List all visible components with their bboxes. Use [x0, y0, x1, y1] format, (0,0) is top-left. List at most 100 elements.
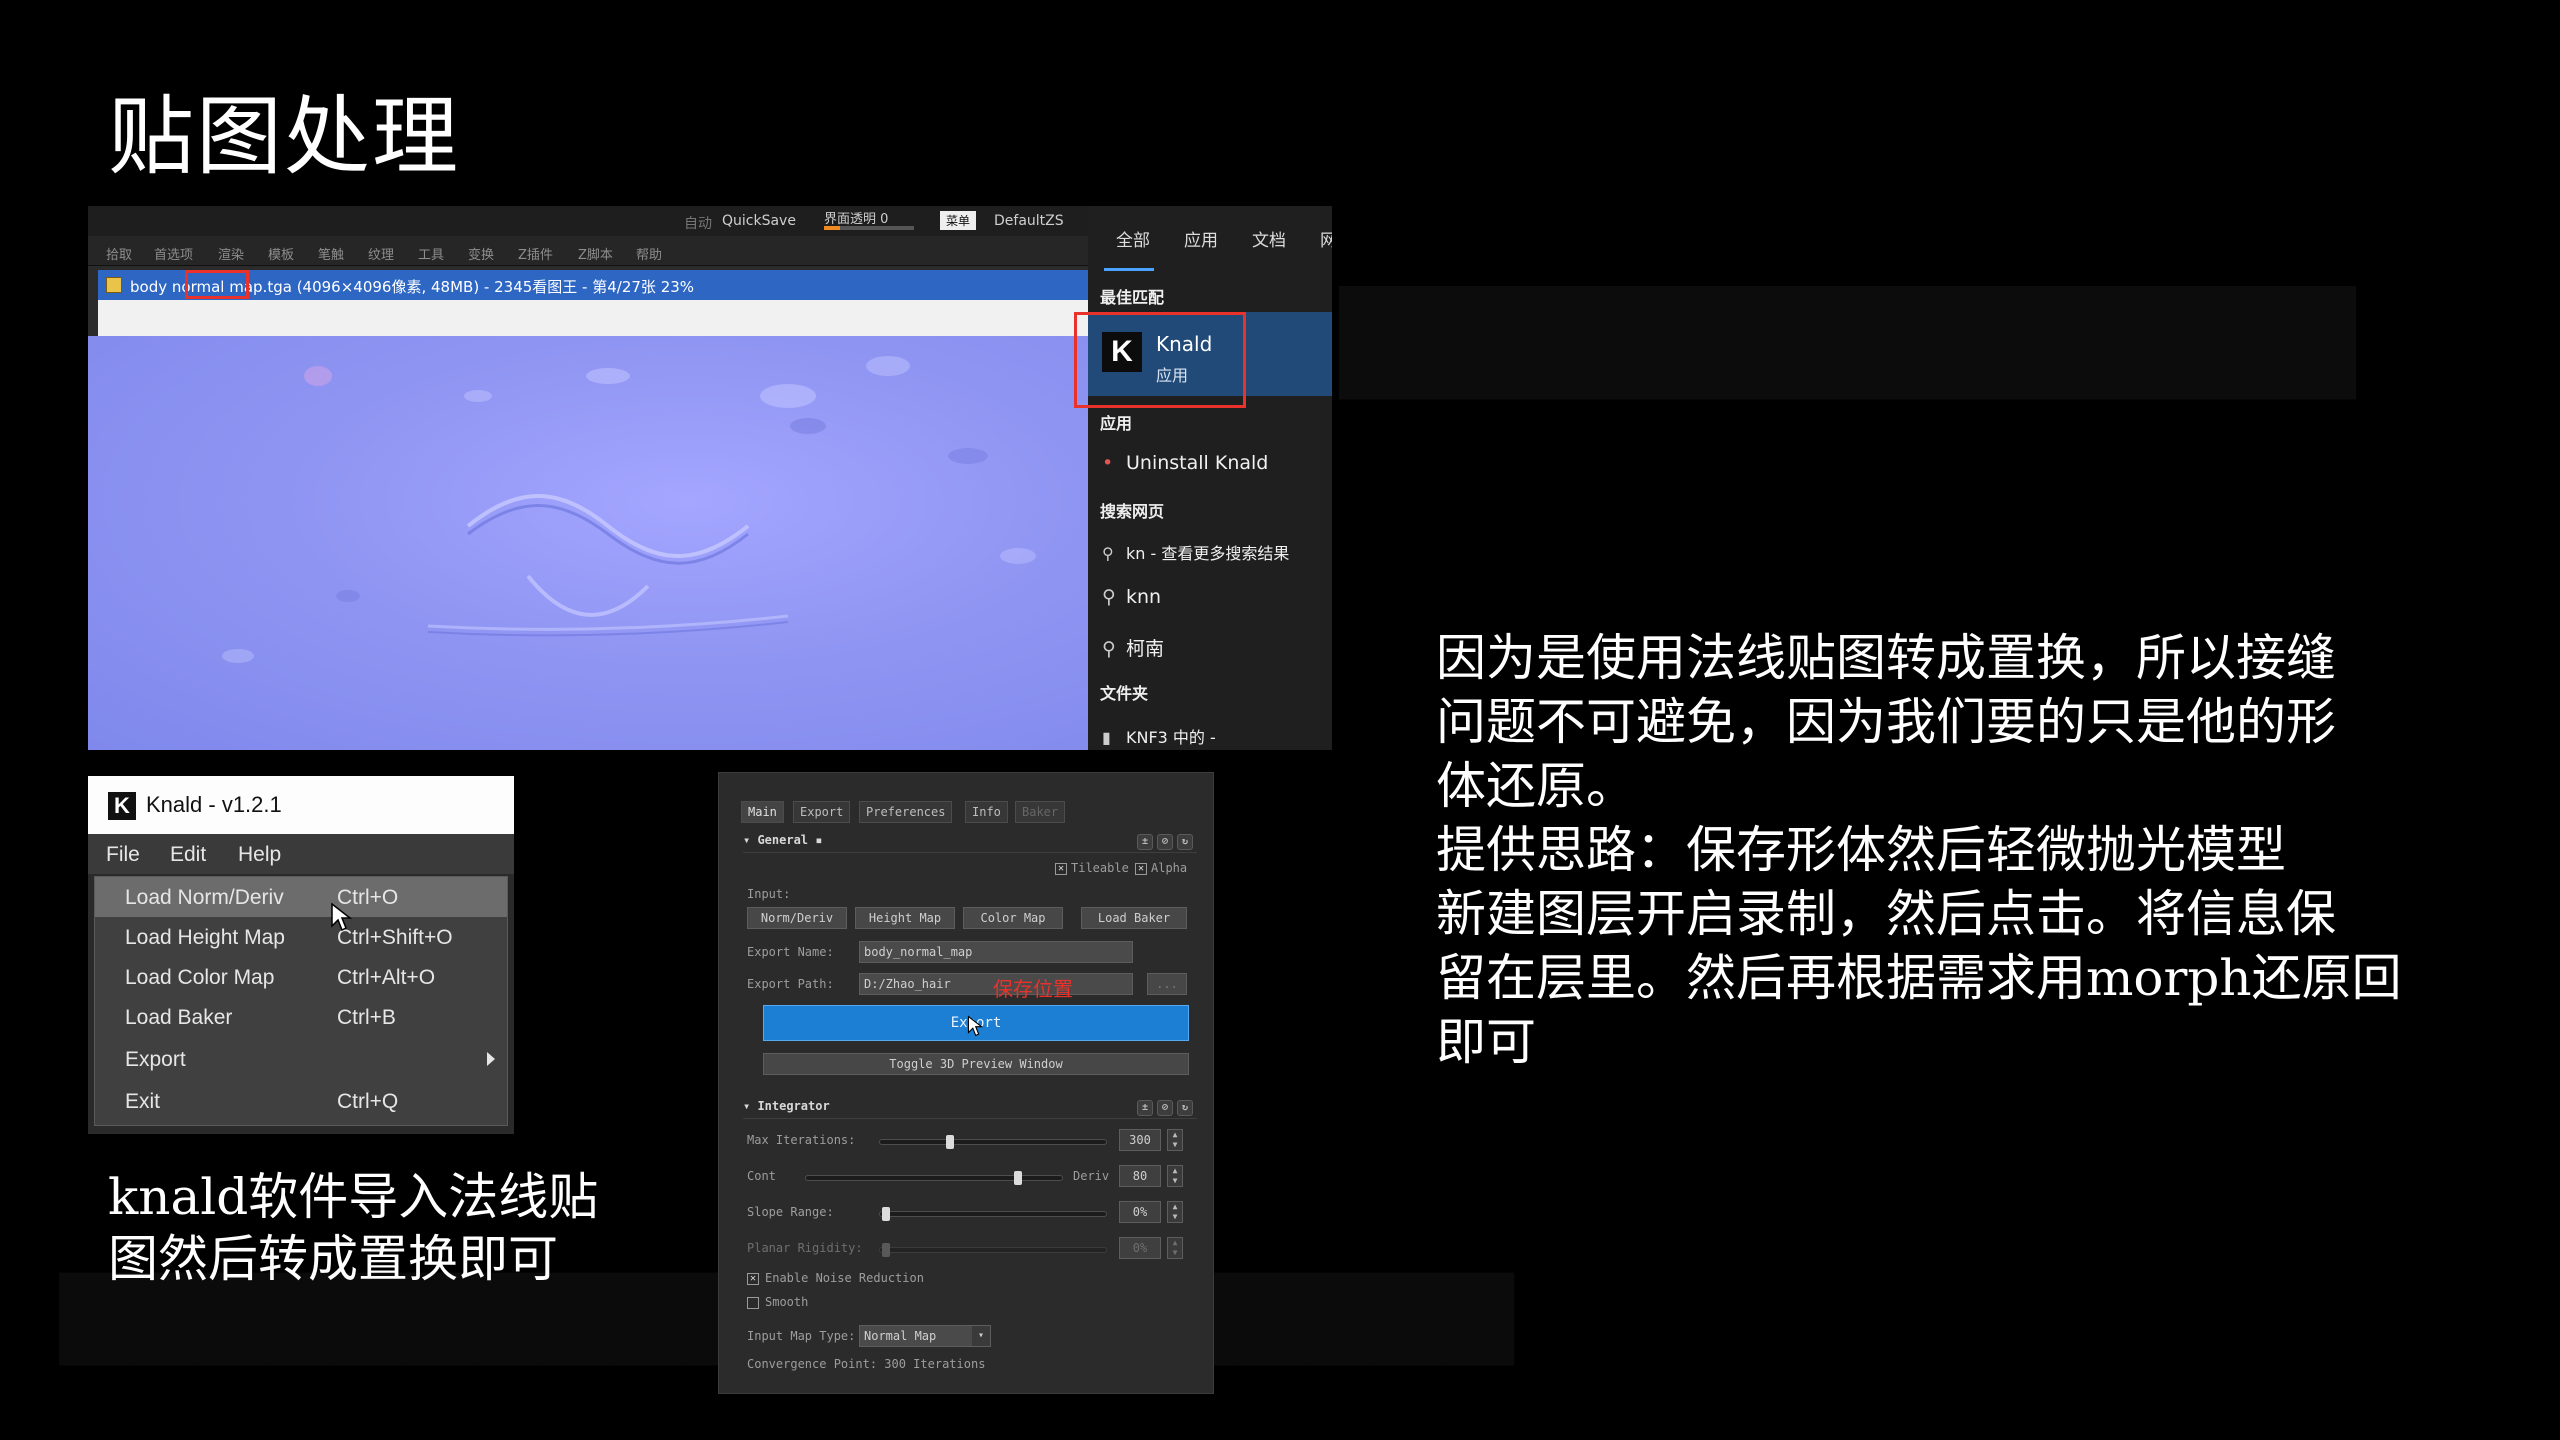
default-script-label[interactable]: DefaultZS — [994, 213, 1064, 229]
tileable-checkbox[interactable]: ✕ — [1055, 863, 1067, 875]
search-tab-all[interactable]: 全部 — [1116, 226, 1150, 251]
menu-item-load-baker[interactable]: Load Baker Ctrl+B — [95, 997, 507, 1037]
menu-item[interactable]: 模板 — [268, 244, 294, 263]
planar-rigidity-slider[interactable] — [879, 1243, 1107, 1257]
tab-info[interactable]: Info — [965, 801, 1008, 823]
pin-icon[interactable]: ± — [1137, 834, 1153, 850]
menu-badge[interactable]: 菜单 — [940, 211, 977, 230]
folder-result-item[interactable]: ▮ KNF3 中的 - — [1102, 724, 1216, 748]
spin-buttons[interactable]: ▲ ▼ — [1167, 1237, 1183, 1259]
transparency-slider[interactable] — [824, 226, 914, 230]
menu-item[interactable]: 变换 — [468, 244, 494, 263]
bullet-icon: • — [1102, 452, 1114, 474]
search-icon: ⚲ — [1102, 586, 1116, 608]
auto-label: 自动 — [684, 216, 712, 232]
export-path-label: Export Path: — [747, 977, 834, 991]
menu-item-export[interactable]: Export — [95, 1039, 507, 1079]
menu-item[interactable]: Z脚本 — [578, 244, 613, 263]
menu-item[interactable]: 首选项 — [154, 244, 193, 263]
menu-item-label: Exit — [125, 1090, 161, 1113]
explanation-text: 因为是使用法线贴图转成置换，所以接缝 问题不可避免，因为我们要的只是他的形 体还… — [1436, 626, 2446, 1074]
color-map-button[interactable]: Color Map — [963, 907, 1063, 929]
general-section-header[interactable]: ▾ General ▪ ± ⊘ ↻ — [743, 831, 1197, 853]
menu-edit[interactable]: Edit — [170, 843, 206, 867]
norm-deriv-button[interactable]: Norm/Deriv — [747, 907, 847, 929]
max-iterations-value[interactable]: 300 — [1119, 1129, 1161, 1151]
web-result-item[interactable]: ⚲ 柯南 — [1102, 634, 1164, 661]
search-icon: ⚲ — [1102, 638, 1116, 660]
slider-knob[interactable] — [882, 1207, 890, 1221]
pin-icon[interactable]: ± — [1137, 1100, 1153, 1116]
tab-main[interactable]: Main — [741, 801, 784, 823]
menu-item-load-color-map[interactable]: Load Color Map Ctrl+Alt+O — [95, 957, 507, 997]
transparency-slider-label[interactable]: 界面透明 0 — [824, 208, 888, 227]
quicksave-button[interactable]: QuickSave — [722, 213, 796, 229]
toggle-3d-preview-button[interactable]: Toggle 3D Preview Window — [763, 1053, 1189, 1075]
cont-deriv-slider[interactable] — [805, 1171, 1063, 1185]
slope-range-value[interactable]: 0% — [1119, 1201, 1161, 1223]
spin-buttons[interactable]: ▲ ▼ — [1167, 1129, 1183, 1151]
reset-icon[interactable]: ⊘ — [1157, 1100, 1173, 1116]
reset-icon[interactable]: ⊘ — [1157, 834, 1173, 850]
input-map-type-value: Normal Map — [864, 1329, 937, 1343]
normal-map-texture — [222, 356, 1036, 663]
menu-item[interactable]: 笔触 — [318, 244, 344, 263]
enable-noise-reduction-checkbox[interactable]: ✕ — [747, 1273, 759, 1285]
max-iterations-slider[interactable] — [879, 1135, 1107, 1149]
file-name-prefix: body — [130, 278, 168, 296]
normal-map-canvas[interactable] — [88, 336, 1088, 750]
slope-range-slider[interactable] — [879, 1207, 1107, 1221]
menu-item[interactable]: 纹理 — [368, 244, 394, 263]
menu-item[interactable]: 渲染 — [218, 244, 244, 263]
menu-item[interactable]: 工具 — [418, 244, 444, 263]
browse-button[interactable]: ... — [1147, 973, 1187, 995]
menu-item-shortcut: Ctrl+Q — [337, 1090, 399, 1113]
slider-knob[interactable] — [882, 1243, 890, 1257]
search-tab-apps[interactable]: 应用 — [1184, 226, 1218, 251]
integrator-section-header[interactable]: ▾ Integrator ± ⊘ ↻ — [743, 1097, 1197, 1119]
menu-item[interactable]: Z插件 — [518, 244, 553, 263]
menu-item-load-height-map[interactable]: Load Height Map Ctrl+Shift+O — [95, 917, 507, 957]
planar-rigidity-value[interactable]: 0% — [1119, 1237, 1161, 1259]
web-result-item[interactable]: ⚲ kn - 查看更多搜索结果 — [1102, 540, 1289, 564]
section-buttons: ± ⊘ ↻ — [1133, 1099, 1193, 1116]
deriv-label: Deriv — [1073, 1169, 1110, 1183]
refresh-icon[interactable]: ↻ — [1177, 1100, 1193, 1116]
spin-buttons[interactable]: ▲ ▼ — [1167, 1165, 1183, 1187]
input-map-type-label: Input Map Type: — [747, 1329, 856, 1343]
enable-noise-reduction-label: Enable Noise Reduction — [765, 1271, 924, 1285]
menu-help[interactable]: Help — [238, 843, 281, 867]
refresh-icon[interactable]: ↻ — [1177, 834, 1193, 850]
convergence-label: Convergence Point: 300 Iterations — [747, 1357, 986, 1371]
knald-highlight-box — [1074, 312, 1246, 408]
menu-item-shortcut: Ctrl+Alt+O — [337, 966, 436, 989]
folder-icon: ▮ — [1102, 728, 1111, 747]
export-name-field[interactable]: body_normal_map — [859, 941, 1133, 963]
load-baker-button[interactable]: Load Baker — [1081, 907, 1187, 929]
height-map-button[interactable]: Height Map — [855, 907, 955, 929]
slider-knob[interactable] — [1014, 1171, 1022, 1185]
input-label: Input: — [747, 887, 791, 901]
menu-item-load-norm-deriv[interactable]: Load Norm/Deriv Ctrl+O — [95, 877, 507, 917]
menu-item-exit[interactable]: Exit Ctrl+Q — [95, 1081, 507, 1121]
tab-preferences[interactable]: Preferences — [859, 801, 953, 823]
uninstall-knald-item[interactable]: • Uninstall Knald — [1102, 452, 1268, 474]
menu-item[interactable]: 帮助 — [636, 244, 662, 263]
web-result-item[interactable]: ⚲ knn — [1102, 586, 1161, 608]
tab-baker[interactable]: Baker — [1015, 801, 1066, 823]
search-tab-web[interactable]: 网 — [1320, 226, 1332, 251]
tab-export[interactable]: Export — [793, 801, 851, 823]
menu-item[interactable]: 拾取 — [106, 244, 132, 263]
menu-item-label: Load Height Map — [125, 926, 285, 949]
spin-buttons[interactable]: ▲ ▼ — [1167, 1201, 1183, 1223]
menu-file[interactable]: File — [106, 843, 140, 867]
input-map-type-select[interactable]: Normal Map ▾ — [859, 1325, 991, 1347]
search-tab-docs[interactable]: 文档 — [1252, 226, 1286, 251]
web-result-label: knn — [1126, 586, 1162, 608]
slider-knob[interactable] — [946, 1135, 954, 1149]
web-result-label: kn - 查看更多搜索结果 — [1126, 544, 1290, 563]
smooth-checkbox[interactable] — [747, 1297, 759, 1309]
cont-deriv-value[interactable]: 80 — [1119, 1165, 1161, 1187]
alpha-checkbox[interactable]: ✕ — [1135, 863, 1147, 875]
viewer-toolbar-strip — [98, 300, 1088, 336]
